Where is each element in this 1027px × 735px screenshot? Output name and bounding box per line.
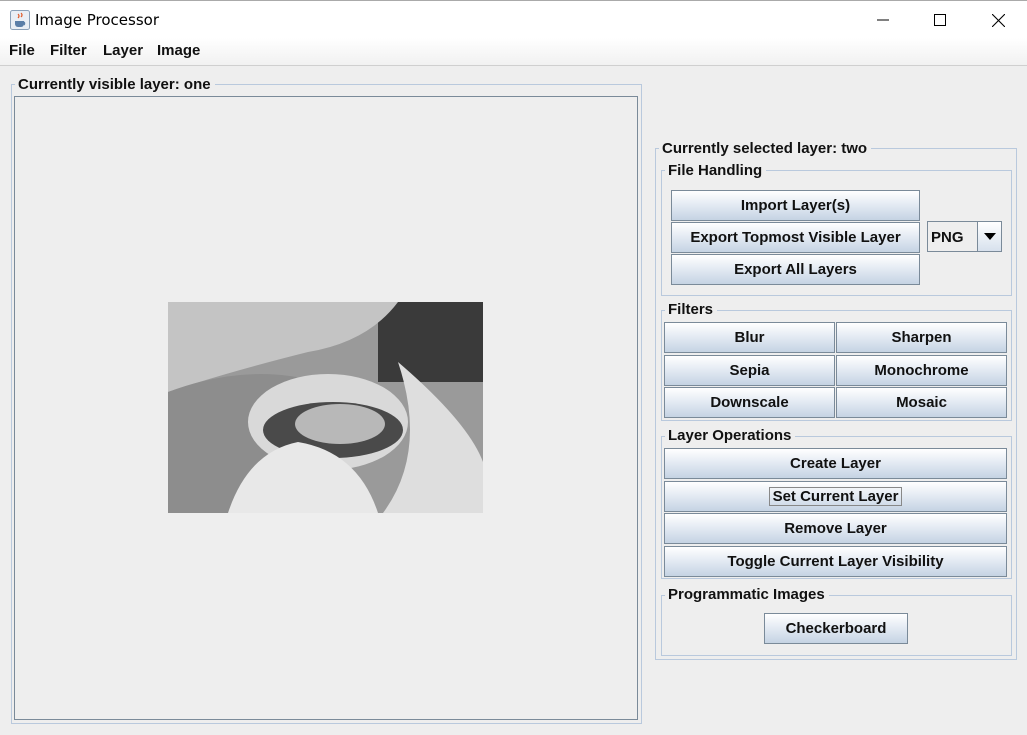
close-button[interactable] [975, 1, 1021, 39]
chevron-down-icon [983, 233, 996, 240]
remove-layer-button[interactable]: Remove Layer [664, 513, 1007, 544]
image-canvas[interactable] [14, 96, 638, 720]
close-icon [991, 13, 1005, 27]
menu-filter[interactable]: Filter [48, 42, 89, 59]
blur-button[interactable]: Blur [664, 322, 835, 353]
menu-layer[interactable]: Layer [101, 42, 145, 59]
import-layers-button[interactable]: Import Layer(s) [671, 190, 920, 221]
monochrome-button[interactable]: Monochrome [836, 355, 1007, 386]
export-all-button[interactable]: Export All Layers [671, 254, 920, 285]
menu-image[interactable]: Image [155, 42, 202, 59]
layer-operations-title: Layer Operations [665, 427, 796, 444]
minimize-icon [877, 19, 889, 21]
title-bar: Image Processor [0, 0, 1027, 38]
sharpen-button[interactable]: Sharpen [836, 322, 1007, 353]
layer-image [168, 302, 483, 513]
downscale-button[interactable]: Downscale [664, 387, 835, 418]
programmatic-images-title: Programmatic Images [665, 586, 829, 603]
menu-bar: File Filter Layer Image [0, 38, 1027, 66]
menu-file[interactable]: File [7, 42, 37, 59]
set-current-layer-button[interactable]: Set Current Layer [664, 481, 1007, 512]
file-handling-title: File Handling [665, 162, 767, 179]
set-current-layer-label: Set Current Layer [768, 487, 903, 506]
selected-layer-title: Currently selected layer: two [659, 140, 872, 157]
format-select[interactable]: PNG [927, 221, 1002, 252]
sepia-button[interactable]: Sepia [664, 355, 835, 386]
maximize-icon [934, 14, 946, 26]
window-title: Image Processor [35, 11, 159, 29]
visible-layer-title: Currently visible layer: one [15, 76, 215, 93]
minimize-button[interactable] [860, 1, 906, 39]
mosaic-button[interactable]: Mosaic [836, 387, 1007, 418]
java-cup-icon [10, 10, 30, 30]
format-value: PNG [931, 229, 964, 246]
format-dropdown-button[interactable] [977, 222, 1001, 251]
filters-title: Filters [665, 301, 718, 318]
maximize-button[interactable] [917, 1, 963, 39]
checkerboard-button[interactable]: Checkerboard [764, 613, 908, 644]
toggle-visibility-button[interactable]: Toggle Current Layer Visibility [664, 546, 1007, 577]
export-topmost-button[interactable]: Export Topmost Visible Layer [671, 222, 920, 253]
create-layer-button[interactable]: Create Layer [664, 448, 1007, 479]
